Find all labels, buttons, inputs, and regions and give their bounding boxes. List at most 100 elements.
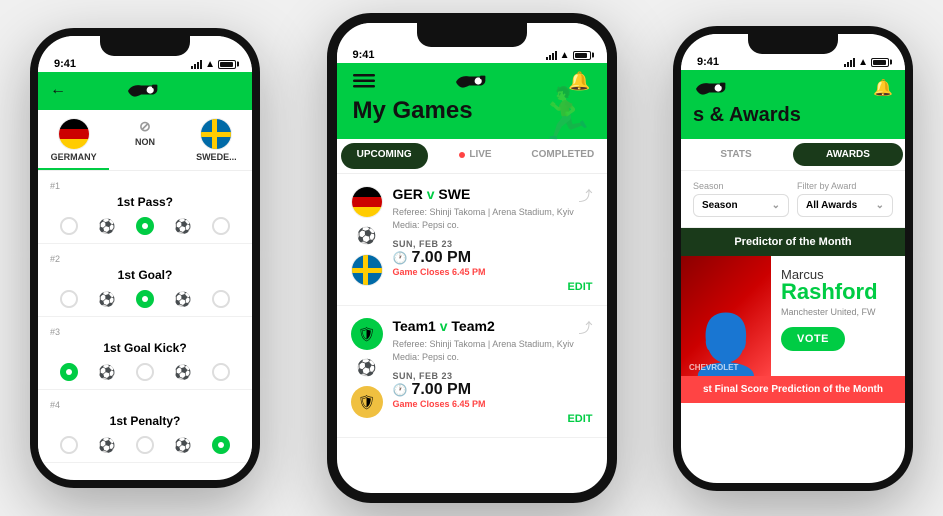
time-center: 9:41 xyxy=(353,49,375,61)
wifi-right: ▲ xyxy=(858,57,868,68)
pred-4-options: ⚽ ⚽ xyxy=(50,436,240,454)
signal-center xyxy=(546,50,557,60)
right-phone: 9:41 ▲ 🔔 s & Awards STATS AWARDS xyxy=(673,26,913,491)
filter-season-label: Season xyxy=(693,181,789,191)
filter-season-group: Season Season ⌄ xyxy=(693,181,789,217)
game-1-meta: Referee: Shinji Takoma | Arena Stadium, … xyxy=(393,206,593,231)
filter-award-select[interactable]: All Awards ⌄ xyxy=(797,194,893,217)
pred-2-question: 1st Goal? xyxy=(50,268,240,282)
pred-4-question: 1st Penalty? xyxy=(50,414,240,428)
prediction-list: #1 1st Pass? ⚽ ⚽ #2 1st Goal? ⚽ ⚽ #3 xyxy=(38,171,252,463)
stats-awards-tabs: STATS AWARDS xyxy=(681,139,905,171)
status-icons-right: ▲ xyxy=(844,57,889,68)
status-icons-center: ▲ xyxy=(546,50,591,61)
award-value: All Awards xyxy=(806,200,857,211)
game-2-info: Team1 v Team2 ⤴ Referee: Shinji Takoma |… xyxy=(393,318,593,425)
season-value: Season xyxy=(702,200,738,211)
predictor-banner: Predictor of the Month xyxy=(681,228,905,256)
game-card-1-row: ⚽ GER v SWE ⤴ Referee: Shinji Takoma | A… xyxy=(351,186,593,293)
tab-sweden[interactable]: SWEDE... xyxy=(181,110,252,170)
sweden-flag-game1 xyxy=(351,254,383,286)
tab-live-label: LIVE xyxy=(469,149,491,160)
pred-2-option-left[interactable] xyxy=(60,290,78,308)
ball-icon-4b: ⚽ xyxy=(174,437,191,454)
share-icon-2[interactable]: ⤴ xyxy=(579,318,593,338)
notch-center xyxy=(417,23,527,47)
shield-green-icon: 🛡 xyxy=(351,318,383,350)
pred-4-option-right[interactable] xyxy=(212,436,230,454)
game-1-content: ⚽ GER v SWE ⤴ Referee: Shinji Takoma | A… xyxy=(351,186,593,293)
tab-upcoming[interactable]: UPCOMING xyxy=(341,143,428,169)
pred-3-question: 1st Goal Kick? xyxy=(50,341,240,355)
game-1-schedule: SUN, FEB 23 🕐 7.00 PM Game Closes 6.45 P… xyxy=(393,239,593,277)
awards-filter: Season Season ⌄ Filter by Award All Awar… xyxy=(681,171,905,228)
wifi-center: ▲ xyxy=(560,50,570,61)
pred-1-option-left[interactable] xyxy=(60,217,78,235)
pred-1-number: #1 xyxy=(50,181,240,191)
game-1-time: 🕐 7.00 PM xyxy=(393,249,593,267)
vote-button[interactable]: VOTE xyxy=(781,327,845,351)
ball-icon-3: ⚽ xyxy=(98,364,115,381)
game-2-content: 🛡 ⚽ 🛡 Team1 v Team2 ⤴ Referee: Shin xyxy=(351,318,593,425)
pred-1-question: 1st Pass? xyxy=(50,195,240,209)
games-tabs: UPCOMING LIVE COMPLETED xyxy=(337,139,607,174)
pred-2-option-mid[interactable] xyxy=(136,290,154,308)
menu-icon[interactable] xyxy=(353,74,375,88)
live-dot xyxy=(459,152,465,158)
tab-awards[interactable]: AWARDS xyxy=(793,143,903,166)
battery-right xyxy=(871,58,889,67)
whistle-icon-center xyxy=(453,69,489,93)
pred-4-option-left[interactable] xyxy=(60,436,78,454)
notch-right xyxy=(748,34,838,54)
sweden-label: SWEDE... xyxy=(196,152,237,162)
signal-icon xyxy=(191,59,202,69)
ball-icon-1b: ⚽ xyxy=(174,218,191,235)
prediction-1: #1 1st Pass? ⚽ ⚽ xyxy=(38,171,252,244)
filter-award-group: Filter by Award All Awards ⌄ xyxy=(797,181,893,217)
game-2-time: 🕐 7.00 PM xyxy=(393,381,593,399)
ball-icon-2b: ⚽ xyxy=(174,291,191,308)
game-2-closes: Game Closes 6.45 PM xyxy=(393,399,593,409)
right-header: 🔔 s & Awards xyxy=(681,70,905,139)
bell-icon-right[interactable]: 🔔 xyxy=(873,78,893,98)
tab-live[interactable]: LIVE xyxy=(432,139,519,173)
tab-non[interactable]: ⊘ NON xyxy=(109,110,180,170)
tab-germany[interactable]: GERMANY xyxy=(38,110,109,170)
filter-season-select[interactable]: Season ⌄ xyxy=(693,194,789,217)
pred-4-option-mid[interactable] xyxy=(136,436,154,454)
tab-stats[interactable]: STATS xyxy=(681,139,791,170)
prediction-3: #3 1st Goal Kick? ⚽ ⚽ xyxy=(38,317,252,390)
tab-completed[interactable]: COMPLETED xyxy=(519,139,606,173)
game-1-title: GER v SWE xyxy=(393,186,471,202)
player-club: Manchester United, FW xyxy=(781,307,895,317)
pred-3-option-right[interactable] xyxy=(212,363,230,381)
game-card-1: ⚽ GER v SWE ⤴ Referee: Shinji Takoma | A… xyxy=(337,174,607,306)
player-card: 👤 CHEVROLET Marcus Rashford Manchester U… xyxy=(681,256,905,376)
time-left: 9:41 xyxy=(54,58,76,70)
edit-btn-2[interactable]: EDIT xyxy=(393,413,593,425)
pred-1-option-right[interactable] xyxy=(212,217,230,235)
ball-icon-2: ⚽ xyxy=(98,291,115,308)
wifi-icon: ▲ xyxy=(205,59,215,70)
clock-icon-1: 🕐 xyxy=(393,251,408,265)
pred-3-option-mid[interactable] xyxy=(136,363,154,381)
pred-3-options: ⚽ ⚽ xyxy=(50,363,240,381)
back-arrow[interactable]: ← xyxy=(50,81,66,99)
sweden-flag xyxy=(200,118,232,150)
pred-3-number: #3 xyxy=(50,327,240,337)
whistle-icon-left xyxy=(125,78,161,102)
germany-flag-game1 xyxy=(351,186,383,218)
ball-game1: ⚽ xyxy=(357,226,377,246)
left-app-header: ← xyxy=(38,72,252,110)
share-icon-1[interactable]: ⤴ xyxy=(579,186,593,206)
game-2-meta: Referee: Shinji Takoma | Arena Stadium, … xyxy=(393,338,593,363)
pred-2-option-right[interactable] xyxy=(212,290,230,308)
ball-icon-4: ⚽ xyxy=(98,437,115,454)
edit-btn-1[interactable]: EDIT xyxy=(393,281,593,293)
non-flag: ⊘ xyxy=(139,118,151,135)
pred-1-option-mid[interactable] xyxy=(136,217,154,235)
chevrolet-logo: CHEVROLET xyxy=(689,363,738,372)
pred-3-option-left[interactable] xyxy=(60,363,78,381)
prediction-2: #2 1st Goal? ⚽ ⚽ xyxy=(38,244,252,317)
game-1-date: SUN, FEB 23 xyxy=(393,239,593,249)
